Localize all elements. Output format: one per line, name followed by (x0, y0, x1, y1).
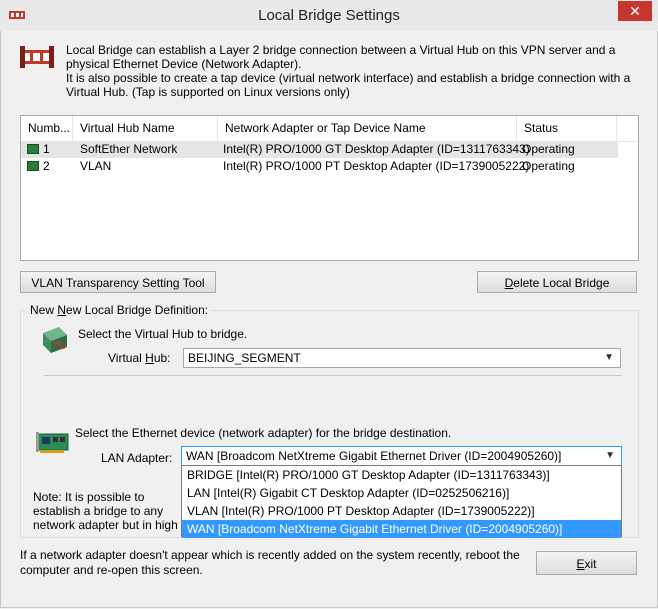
exit-button[interactable]: Exit (536, 551, 637, 575)
virtual-hub-label: Virtual Hub: (108, 351, 171, 365)
network-adapter-icon (36, 432, 69, 453)
close-button[interactable]: ✕ (618, 1, 652, 21)
dropdown-option[interactable]: VLAN [Intel(R) PRO/1000 PT Desktop Adapt… (182, 502, 621, 520)
local-bridge-icon (20, 46, 54, 68)
virtual-hub-icon (43, 327, 67, 353)
lan-adapter-label: LAN Adapter: (101, 451, 173, 465)
note-text: Note: It is possible to establish a brid… (33, 490, 178, 534)
adapter-prompt: Select the Ethernet device (network adap… (75, 426, 452, 440)
table-row[interactable]: 2 VLAN Intel(R) PRO/1000 PT Desktop Adap… (21, 158, 618, 175)
footer-text: If a network adapter doesn't appear whic… (20, 548, 520, 577)
column-hub[interactable]: Virtual Hub Name (73, 116, 218, 141)
group-label-pre: New (30, 303, 58, 317)
lan-adapter-value: WAN [Broadcom NetXtreme Gigabit Ethernet… (186, 449, 562, 463)
exit-accelerator: E (576, 557, 585, 571)
column-status[interactable]: Status (517, 116, 617, 141)
delete-local-bridge-button[interactable]: Delete Local Bridge (477, 271, 637, 293)
description: Local Bridge can establish a Layer 2 bri… (66, 43, 646, 99)
row-number: 2 (43, 159, 50, 173)
dropdown-option[interactable]: LAN [Intel(R) Gigabit CT Desktop Adapter… (182, 484, 621, 502)
column-adapter[interactable]: Network Adapter or Tap Device Name (218, 116, 517, 141)
delete-accelerator: D (504, 276, 514, 290)
description-line-1: Local Bridge can establish a Layer 2 bri… (66, 43, 616, 71)
adapter-icon (27, 144, 39, 154)
row-adapter: Intel(R) PRO/1000 PT Desktop Adapter (ID… (223, 159, 530, 173)
group-label-post: ew Local Bridge Definition: (66, 303, 209, 317)
exit-label: xit (584, 557, 597, 571)
hub-label-accelerator: H (145, 351, 154, 365)
window-title: Local Bridge Settings (258, 7, 400, 24)
row-hub: VLAN (80, 159, 112, 173)
column-number[interactable]: Numb... (21, 116, 73, 141)
dropdown-option[interactable]: BRIDGE [Intel(R) PRO/1000 GT Desktop Ada… (182, 466, 621, 484)
group-label-accelerator: N (57, 303, 67, 317)
hub-label-pre: Virtual (108, 351, 146, 365)
list-header: Numb... Virtual Hub Name Network Adapter… (21, 116, 638, 142)
description-line-2: It is also possible to create a tap devi… (66, 71, 631, 99)
virtual-hub-value: BEIJING_SEGMENT (188, 351, 301, 365)
row-number: 1 (43, 142, 50, 156)
lan-adapter-select[interactable]: WAN [Broadcom NetXtreme Gigabit Ethernet… (181, 446, 622, 466)
hub-label-post: ub: (153, 351, 171, 365)
chevron-down-icon: ▼ (605, 450, 615, 461)
lan-adapter-dropdown[interactable]: BRIDGE [Intel(R) PRO/1000 GT Desktop Ada… (181, 465, 622, 538)
row-hub: SoftEther Network (80, 142, 178, 156)
row-status: Operating (522, 142, 575, 156)
vlan-transparency-button[interactable]: VLAN Transparency Setting Tool (20, 271, 216, 293)
adapter-icon (27, 161, 39, 171)
separator (44, 375, 622, 376)
row-adapter: Intel(R) PRO/1000 GT Desktop Adapter (ID… (223, 142, 530, 156)
hub-prompt: Select the Virtual Hub to bridge. (78, 327, 248, 341)
group-label: New New Local Bridge Definition: (28, 303, 211, 317)
title-bar: Local Bridge Settings ✕ (0, 0, 658, 32)
delete-label: elete Local Bridge (513, 276, 610, 290)
dropdown-option-selected[interactable]: WAN [Broadcom NetXtreme Gigabit Ethernet… (182, 520, 621, 538)
virtual-hub-select[interactable]: BEIJING_SEGMENT ▼ (183, 348, 621, 368)
table-row[interactable]: 1 SoftEther Network Intel(R) PRO/1000 GT… (21, 141, 618, 158)
row-status: Operating (522, 159, 575, 173)
chevron-down-icon: ▼ (604, 352, 614, 363)
bridge-list[interactable]: Numb... Virtual Hub Name Network Adapter… (20, 115, 639, 261)
